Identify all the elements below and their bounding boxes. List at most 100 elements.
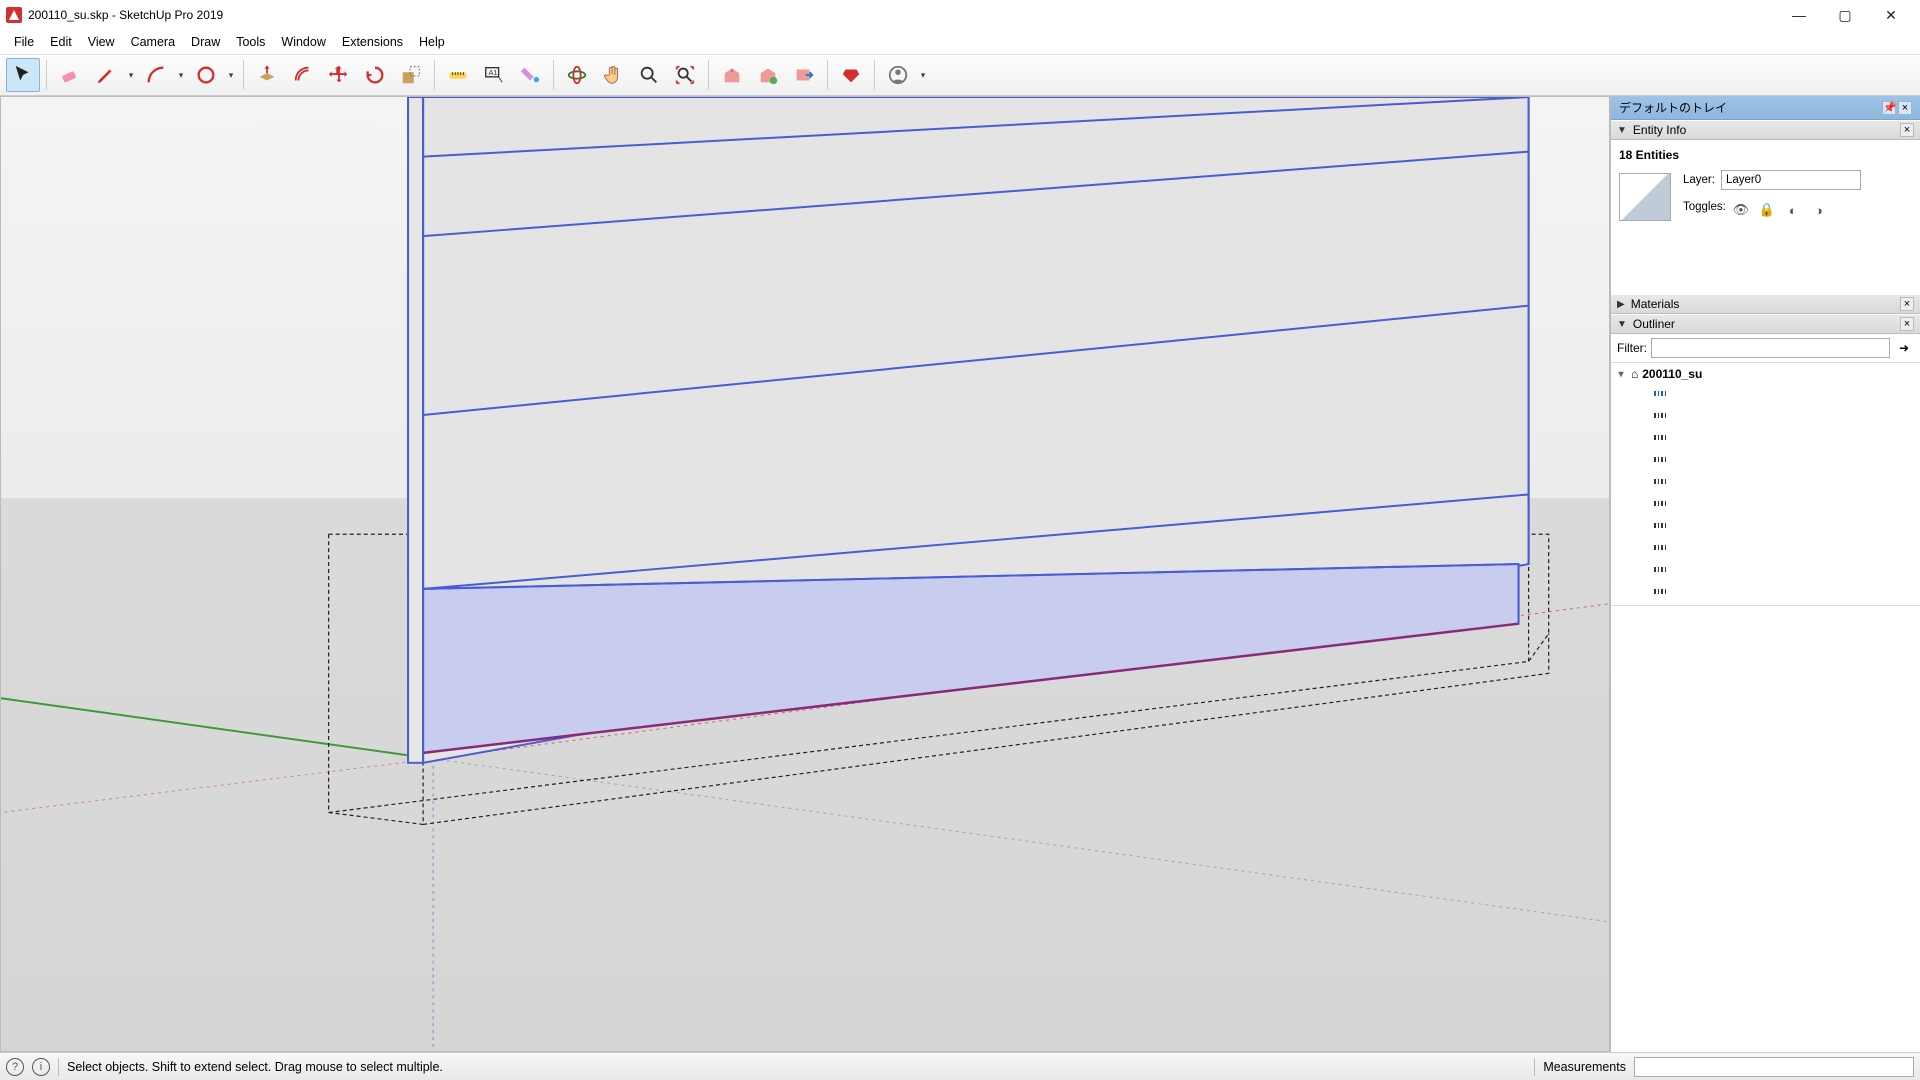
close-panel-icon[interactable]: × bbox=[1900, 123, 1914, 137]
outliner-item[interactable] bbox=[1611, 583, 1920, 605]
entity-info-header[interactable]: ▼ Entity Info × bbox=[1611, 120, 1920, 140]
lock-toggle-icon[interactable]: 🔒 bbox=[1758, 202, 1776, 218]
tray-title: デフォルトのトレイ bbox=[1619, 99, 1727, 116]
main-area: デフォルトのトレイ 📌 × ▼ Entity Info × 18 Entitie… bbox=[0, 96, 1920, 1052]
toggles-label: Toggles: bbox=[1683, 201, 1726, 213]
close-button[interactable]: ✕ bbox=[1868, 0, 1914, 30]
material-thumbnail[interactable] bbox=[1619, 173, 1671, 221]
select-tool[interactable] bbox=[6, 58, 40, 92]
shape-dropdown[interactable]: ▾ bbox=[225, 70, 237, 81]
outliner-title: Outliner bbox=[1633, 317, 1894, 331]
shadow-receive-icon[interactable]: ◑ bbox=[1810, 202, 1828, 218]
visible-toggle-icon[interactable]: 👁 bbox=[1732, 202, 1750, 218]
component-icon bbox=[1653, 412, 1667, 424]
outliner-item[interactable] bbox=[1611, 539, 1920, 561]
materials-title: Materials bbox=[1631, 297, 1894, 311]
arc-dropdown[interactable]: ▾ bbox=[175, 70, 187, 81]
filter-input[interactable] bbox=[1651, 338, 1890, 358]
rotate-tool[interactable] bbox=[358, 58, 392, 92]
outliner-item[interactable] bbox=[1611, 451, 1920, 473]
menu-help[interactable]: Help bbox=[411, 33, 453, 51]
outliner-item[interactable] bbox=[1611, 385, 1920, 407]
zoom-extents-tool[interactable] bbox=[668, 58, 702, 92]
scale-tool[interactable] bbox=[394, 58, 428, 92]
profile-button[interactable] bbox=[881, 58, 915, 92]
pin-icon[interactable]: 📌 bbox=[1882, 101, 1896, 115]
outliner-item[interactable] bbox=[1611, 561, 1920, 583]
ruby-button[interactable] bbox=[834, 58, 868, 92]
offset-tool[interactable] bbox=[286, 58, 320, 92]
close-panel-icon[interactable]: × bbox=[1900, 317, 1914, 331]
layer-select[interactable] bbox=[1721, 170, 1861, 190]
entity-info-title: Entity Info bbox=[1633, 123, 1894, 137]
shadow-cast-icon[interactable]: ◐ bbox=[1784, 202, 1802, 218]
component-icon bbox=[1653, 390, 1667, 402]
tree-toggle-icon[interactable]: ▾ bbox=[1615, 369, 1627, 380]
entity-info-panel: 18 Entities Layer: Toggles: 👁 🔒 ◐ bbox=[1611, 140, 1920, 294]
component-icon bbox=[1653, 456, 1667, 468]
outliner-item[interactable] bbox=[1611, 517, 1920, 539]
outliner-root[interactable]: ▾ ⌂ 200110_su bbox=[1611, 363, 1920, 385]
layer-label: Layer: bbox=[1683, 174, 1715, 186]
shape-tool[interactable] bbox=[189, 58, 223, 92]
menu-tools[interactable]: Tools bbox=[228, 33, 273, 51]
default-tray: デフォルトのトレイ 📌 × ▼ Entity Info × 18 Entitie… bbox=[1610, 96, 1920, 1052]
measurements-label: Measurements bbox=[1543, 1060, 1626, 1074]
menu-file[interactable]: File bbox=[6, 33, 42, 51]
3d-viewport[interactable] bbox=[0, 96, 1610, 1052]
separator bbox=[1534, 1058, 1535, 1076]
materials-header[interactable]: ▶ Materials × bbox=[1611, 294, 1920, 314]
toolbar-separator bbox=[708, 60, 709, 90]
toolbar-separator bbox=[827, 60, 828, 90]
menu-draw[interactable]: Draw bbox=[183, 33, 228, 51]
outliner-item[interactable] bbox=[1611, 407, 1920, 429]
maximize-button[interactable]: ▢ bbox=[1822, 0, 1868, 30]
menu-edit[interactable]: Edit bbox=[42, 33, 80, 51]
menu-camera[interactable]: Camera bbox=[123, 33, 183, 51]
pan-tool[interactable] bbox=[596, 58, 630, 92]
arc-tool[interactable] bbox=[139, 58, 173, 92]
pencil-dropdown[interactable]: ▾ bbox=[125, 70, 137, 81]
pencil-tool[interactable] bbox=[89, 58, 123, 92]
profile-dropdown[interactable]: ▾ bbox=[917, 70, 929, 81]
eraser-tool[interactable] bbox=[53, 58, 87, 92]
toolbar-separator bbox=[553, 60, 554, 90]
pushpull-tool[interactable] bbox=[250, 58, 284, 92]
close-panel-icon[interactable]: × bbox=[1900, 297, 1914, 311]
toolbar-separator bbox=[243, 60, 244, 90]
tape-tool[interactable] bbox=[441, 58, 475, 92]
help-icon[interactable]: ? bbox=[6, 1058, 24, 1076]
close-icon[interactable]: × bbox=[1898, 101, 1912, 115]
outliner-tree[interactable]: ▾ ⌂ 200110_su bbox=[1611, 363, 1920, 606]
send-button[interactable] bbox=[787, 58, 821, 92]
outliner-item[interactable] bbox=[1611, 473, 1920, 495]
move-tool[interactable] bbox=[322, 58, 356, 92]
collapse-icon: ▼ bbox=[1617, 125, 1627, 136]
title-bar: 200110_su.skp - SketchUp Pro 2019 — ▢ ✕ bbox=[0, 0, 1920, 30]
minimize-button[interactable]: — bbox=[1776, 0, 1822, 30]
svg-text:A1: A1 bbox=[489, 68, 498, 77]
info-icon[interactable]: i bbox=[32, 1058, 50, 1076]
measurements-input[interactable] bbox=[1634, 1057, 1914, 1077]
filter-go-icon[interactable]: ➜ bbox=[1894, 338, 1914, 358]
menu-extensions[interactable]: Extensions bbox=[334, 33, 411, 51]
toolbar-separator bbox=[46, 60, 47, 90]
text-tool[interactable]: A1 bbox=[477, 58, 511, 92]
outliner-item[interactable] bbox=[1611, 429, 1920, 451]
3dwarehouse-button[interactable] bbox=[715, 58, 749, 92]
outliner-header[interactable]: ▼ Outliner × bbox=[1611, 314, 1920, 334]
tray-header[interactable]: デフォルトのトレイ 📌 × bbox=[1611, 96, 1920, 120]
filter-label: Filter: bbox=[1617, 341, 1647, 355]
app-icon bbox=[6, 7, 22, 23]
paint-tool[interactable] bbox=[513, 58, 547, 92]
menu-window[interactable]: Window bbox=[273, 33, 333, 51]
extwarehouse-button[interactable] bbox=[751, 58, 785, 92]
component-icon bbox=[1653, 588, 1667, 600]
root-label: 200110_su bbox=[1642, 367, 1702, 381]
orbit-tool[interactable] bbox=[560, 58, 594, 92]
toolbar-separator bbox=[434, 60, 435, 90]
zoom-tool[interactable] bbox=[632, 58, 666, 92]
outliner-item[interactable] bbox=[1611, 495, 1920, 517]
menu-view[interactable]: View bbox=[80, 33, 123, 51]
status-bar: ? i Select objects. Shift to extend sele… bbox=[0, 1052, 1920, 1080]
